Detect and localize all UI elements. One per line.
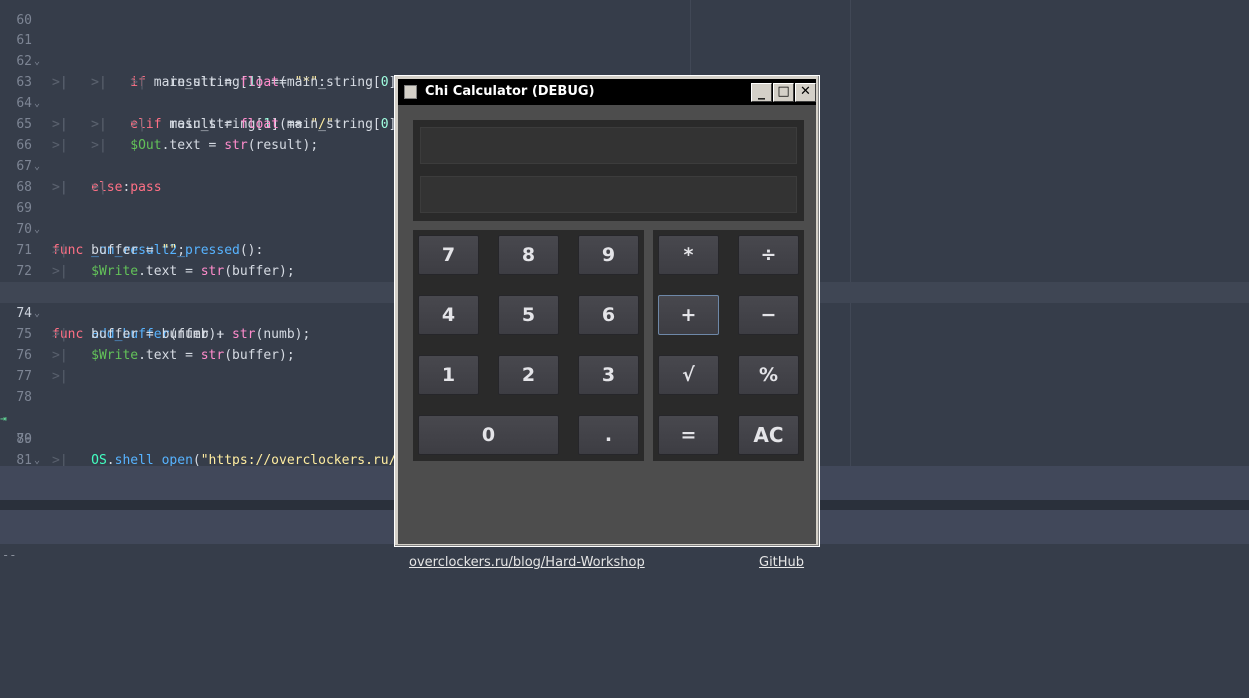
operator-keypad: * ÷ + − √ % = AC	[653, 230, 804, 461]
code-line-61[interactable]: 61 ⌄ >| >| if main_string[1] == "*":	[0, 9, 1249, 90]
key-divide[interactable]: ÷	[738, 235, 799, 275]
key-1[interactable]: 1	[418, 355, 479, 395]
window-title: Chi Calculator (DEBUG)	[425, 84, 595, 99]
minimize-button[interactable]: _	[751, 83, 772, 102]
key-9[interactable]: 9	[578, 235, 639, 275]
key-2[interactable]: 2	[498, 355, 559, 395]
close-button[interactable]: ✕	[795, 83, 816, 102]
key-decimal[interactable]: .	[578, 415, 639, 455]
calculator-window[interactable]: Chi Calculator (DEBUG) _ □ ✕ 7 8 9 4 5 6…	[394, 75, 820, 570]
blog-link[interactable]: overclockers.ru/blog/Hard-Workshop	[409, 555, 645, 570]
key-3[interactable]: 3	[578, 355, 639, 395]
key-add[interactable]: +	[658, 295, 719, 335]
output-text: --	[2, 548, 17, 562]
maximize-button[interactable]: □	[773, 83, 794, 102]
key-square-root[interactable]: √	[658, 355, 719, 395]
calculator-body: 7 8 9 4 5 6 1 2 3 0 . * ÷ + − √ % = AC o…	[398, 105, 816, 570]
key-8[interactable]: 8	[498, 235, 559, 275]
key-7[interactable]: 7	[418, 235, 479, 275]
key-percent[interactable]: %	[738, 355, 799, 395]
key-equals[interactable]: =	[658, 415, 719, 455]
key-0[interactable]: 0	[418, 415, 559, 455]
expression-display	[420, 127, 797, 164]
key-6[interactable]: 6	[578, 295, 639, 335]
digit-keypad: 7 8 9 4 5 6 1 2 3 0 .	[413, 230, 644, 461]
display-panel	[413, 120, 804, 221]
key-5[interactable]: 5	[498, 295, 559, 335]
app-icon	[404, 85, 417, 99]
key-4[interactable]: 4	[418, 295, 479, 335]
key-subtract[interactable]: −	[738, 295, 799, 335]
title-bar[interactable]: Chi Calculator (DEBUG) _ □ ✕	[398, 79, 816, 105]
key-all-clear[interactable]: AC	[738, 415, 799, 455]
code-line-63[interactable]: 63 ⌄ >| >| elif main_string[1] == "/":	[0, 51, 1249, 132]
github-link[interactable]: GitHub	[759, 555, 804, 570]
result-display	[420, 176, 797, 213]
key-multiply[interactable]: *	[658, 235, 719, 275]
code-line-62[interactable]: 62 >| >| >| result = float(main_string[0…	[0, 30, 1249, 90]
